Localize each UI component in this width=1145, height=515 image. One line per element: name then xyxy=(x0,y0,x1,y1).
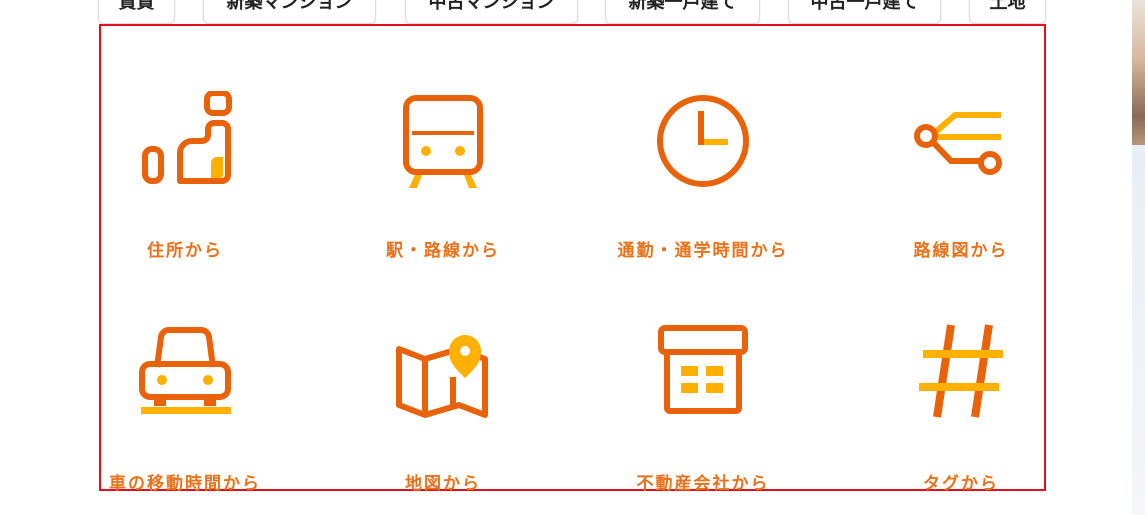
car-icon xyxy=(139,326,231,414)
route-map-icon xyxy=(914,112,1002,175)
train-icon xyxy=(403,95,483,188)
search-method-panel: 住所から 駅・路線から 通勤・通学時間から 路線図から 車の移動時間から 地図か… xyxy=(99,24,1046,494)
tab-label: 土地 xyxy=(989,0,1026,13)
tab-used-house[interactable]: 中古一戸建て xyxy=(788,0,941,24)
search-by-address-button[interactable]: 住所から xyxy=(85,66,285,266)
search-method-label: 車の移動時間から xyxy=(109,474,261,494)
tab-rental[interactable]: 賃貸 xyxy=(98,0,175,24)
clock-icon xyxy=(657,95,749,187)
tab-label: 新築マンション xyxy=(226,0,353,13)
address-icon xyxy=(142,91,232,184)
office-building-icon xyxy=(658,325,748,414)
search-method-label: 不動産会社から xyxy=(636,474,770,494)
tab-label: 新築一戸建て xyxy=(628,0,737,13)
search-method-label: 駅・路線から xyxy=(386,241,500,261)
search-method-label: タグから xyxy=(923,474,999,494)
search-by-station-button[interactable]: 駅・路線から xyxy=(343,66,543,266)
search-by-car-time-button[interactable]: 車の移動時間から xyxy=(85,296,285,496)
tab-label: 中古マンション xyxy=(428,0,555,13)
map-pin-icon xyxy=(396,335,488,418)
side-photo xyxy=(1132,0,1145,515)
tab-land[interactable]: 土地 xyxy=(969,0,1046,24)
search-by-commute-button[interactable]: 通勤・通学時間から xyxy=(603,66,803,266)
tab-new-house[interactable]: 新築一戸建て xyxy=(605,0,760,24)
search-method-label: 住所から xyxy=(147,241,223,261)
search-method-label: 通勤・通学時間から xyxy=(617,241,789,261)
tab-label: 中古一戸建て xyxy=(810,0,919,13)
search-method-label: 路線図から xyxy=(913,241,1009,261)
tab-new-condo[interactable]: 新築マンション xyxy=(203,0,376,24)
search-by-map-button[interactable]: 地図から xyxy=(343,296,543,496)
hashtag-icon xyxy=(919,324,1003,418)
tab-used-condo[interactable]: 中古マンション xyxy=(405,0,578,24)
search-by-route-map-button[interactable]: 路線図から xyxy=(861,66,1061,266)
property-type-tabs: 賃貸 新築マンション 中古マンション 新築一戸建て 中古一戸建て 土地 xyxy=(0,0,1145,26)
search-by-tag-button[interactable]: タグから xyxy=(861,296,1061,496)
search-method-label: 地図から xyxy=(405,474,481,494)
search-by-agency-button[interactable]: 不動産会社から xyxy=(603,296,803,496)
tab-label: 賃貸 xyxy=(118,0,155,13)
